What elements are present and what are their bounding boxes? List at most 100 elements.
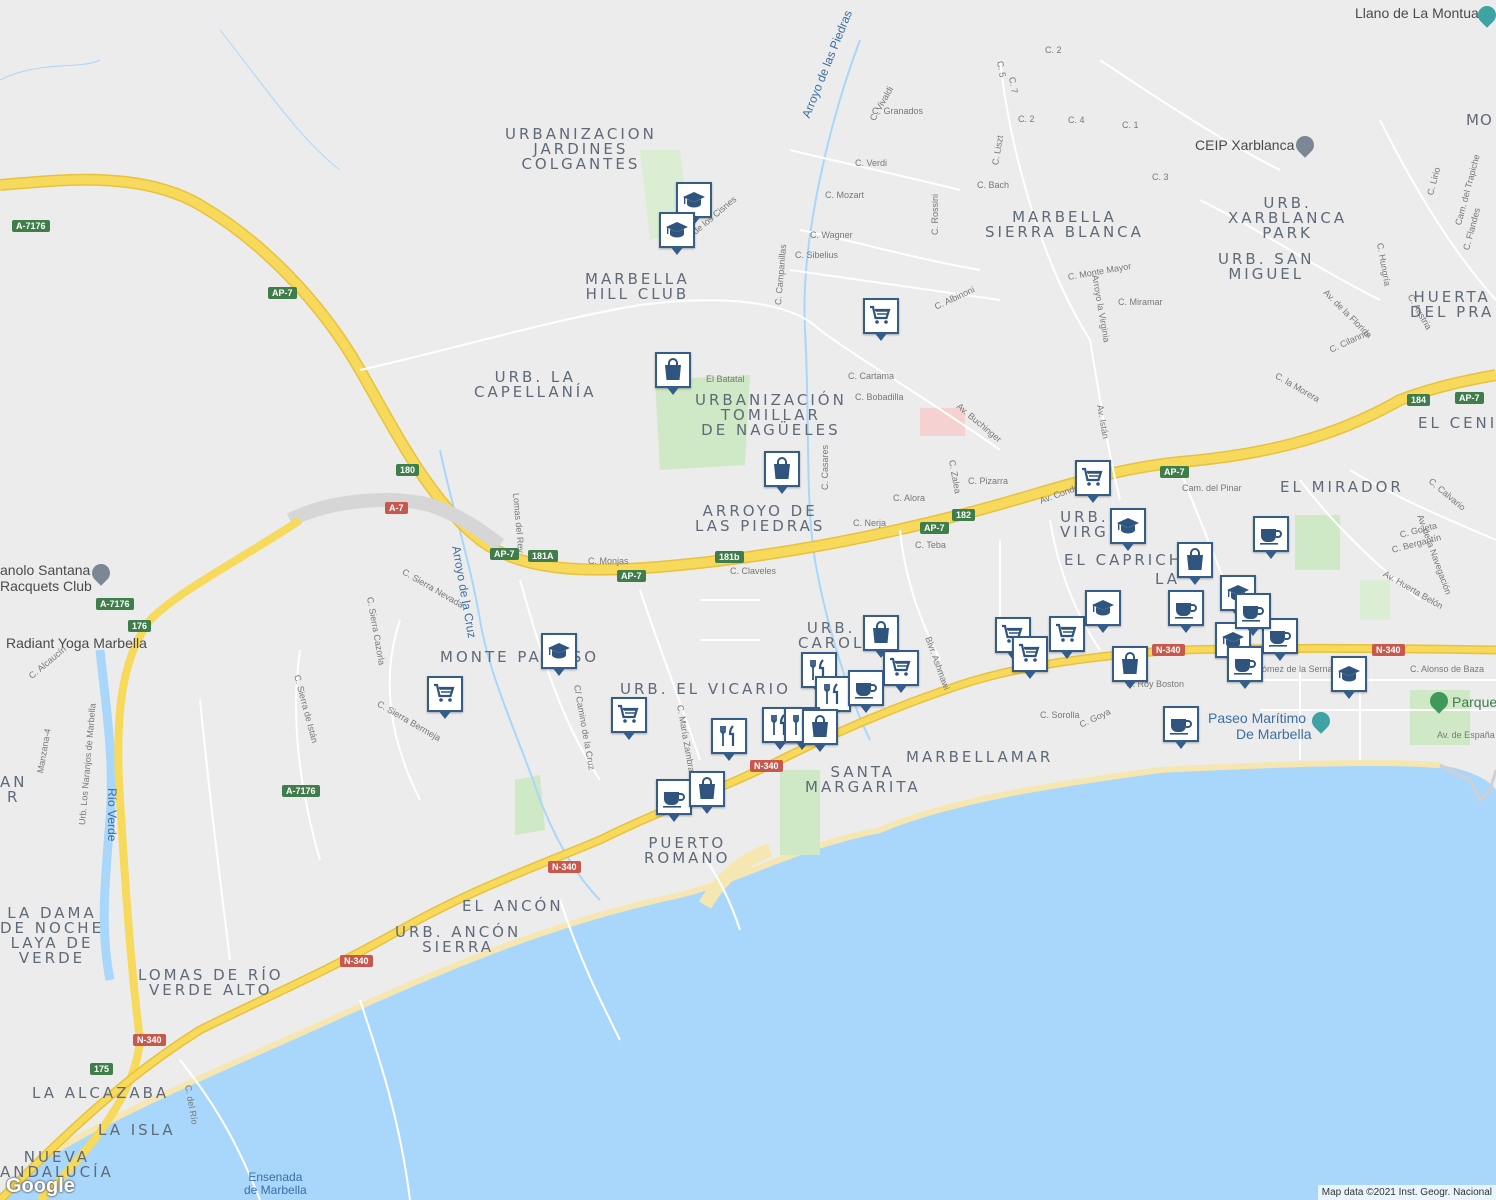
area-label-santa-margarita: SANTA MARGARITA <box>805 763 921 796</box>
poi-marker-cafe[interactable] <box>1253 516 1289 560</box>
poi-marker-school[interactable] <box>659 212 695 256</box>
area-label-marbellamar: MARBELLAMAR <box>906 748 1054 766</box>
poi-label-paseo-maritimo-1[interactable]: Paseo Marítimo <box>1208 710 1306 726</box>
street-c4: C. 4 <box>1068 115 1085 125</box>
shopping-bag-icon <box>802 709 838 745</box>
marker-pointer <box>1023 670 1037 679</box>
poi-marker-school[interactable] <box>1110 508 1146 552</box>
poi-marker-cafe[interactable] <box>1227 646 1263 690</box>
poi-marker-cafe[interactable] <box>848 670 884 714</box>
map-canvas[interactable]: URBANIZACION JARDINES COLGANTES MARBELLA HI… <box>0 0 1496 1200</box>
shopping-cart-icon <box>427 676 463 712</box>
poi-marker-cafe[interactable] <box>1163 706 1199 750</box>
area-label-urb-carol: URB. CAROL <box>798 619 865 652</box>
street-batatal: El Batatal <box>706 374 745 384</box>
area-label-san-miguel: URB. SAN MIGUEL <box>1218 250 1315 283</box>
road-shield-n340: N-340 <box>1152 644 1185 656</box>
area-label-el-ancon: EL ANCÓN <box>462 897 564 915</box>
road-shield-181b: 181b <box>715 551 744 563</box>
road-shield-a7176: A-7176 <box>12 220 50 232</box>
road-shield-a7176: A-7176 <box>96 598 134 610</box>
marker-pointer <box>1273 652 1287 661</box>
poi-marker-school[interactable] <box>1331 656 1367 700</box>
poi-marker-grocery[interactable] <box>1049 616 1085 660</box>
poi-marker-cafe[interactable] <box>1235 593 1271 637</box>
marker-pointer <box>874 332 888 341</box>
fork-knife-icon <box>815 676 851 712</box>
poi-marker-cafe[interactable] <box>1168 590 1204 634</box>
street-alora: C. Alora <box>893 493 926 503</box>
poi-marker-grocery[interactable] <box>611 697 647 741</box>
road-shield-ap7: AP-7 <box>268 287 297 299</box>
shopping-bag-icon <box>1177 542 1213 578</box>
poi-marker-grocery[interactable] <box>427 676 463 720</box>
shopping-bag-icon <box>764 451 800 487</box>
graduation-cap-icon <box>1331 656 1367 692</box>
graduation-cap-icon <box>541 633 577 669</box>
street-sorolla: C. Sorolla <box>1040 710 1080 720</box>
street-alonso-baza: C. Alonso de Baza <box>1410 664 1485 674</box>
street-wagner: C. Wagner <box>810 230 853 240</box>
area-label-an: AN R <box>0 773 28 806</box>
street-granados: C. Granados <box>872 106 924 116</box>
map-copyright[interactable]: Map data ©2021 Inst. Geogr. Nacional <box>1317 1185 1496 1200</box>
poi-marker-shopping[interactable] <box>764 451 800 495</box>
area-label-mo: Mo <box>1466 111 1493 129</box>
road-shield-176: 176 <box>128 620 152 632</box>
street-nerja: C. Nerja <box>853 518 887 528</box>
street-pizarra: C. Pizarra <box>968 476 1009 486</box>
poi-marker-grocery[interactable] <box>1075 460 1111 504</box>
shopping-bag-icon <box>1112 646 1148 682</box>
poi-label-parque[interactable]: Parque <box>1452 694 1496 710</box>
poi-label-manolo-santana[interactable]: anolo Santana <box>0 562 90 578</box>
poi-marker-school[interactable] <box>1085 590 1121 634</box>
marker-pointer <box>670 246 684 255</box>
street-c2b: C. 2 <box>1018 114 1035 124</box>
poi-marker-grocery[interactable] <box>1012 636 1048 680</box>
street-cartama: C. Cartama <box>848 371 895 381</box>
poi-marker-restaurant[interactable] <box>711 718 747 762</box>
street-pinar: Cam. del Pinar <box>1182 483 1242 493</box>
poi-label-radiant-yoga[interactable]: Radiant Yoga Marbella <box>6 635 147 651</box>
poi-label-llano-montua[interactable]: Llano de La Montua <box>1355 5 1479 21</box>
poi-label-paseo-maritimo-2[interactable]: De Marbella <box>1236 726 1311 742</box>
poi-marker-shopping[interactable] <box>655 352 691 396</box>
marker-pointer <box>666 386 680 395</box>
poi-marker-grocery[interactable] <box>863 298 899 342</box>
poi-marker-shopping[interactable] <box>1112 646 1148 690</box>
marker-pointer <box>1060 650 1074 659</box>
road-shield-n340: N-340 <box>750 760 783 772</box>
road-shield-n340: N-340 <box>548 861 581 873</box>
graduation-cap-icon <box>1110 508 1146 544</box>
street-mozart: C. Mozart <box>825 190 865 200</box>
marker-pointer <box>438 710 452 719</box>
poi-marker-shopping[interactable] <box>1177 542 1213 586</box>
road-shield-184: 184 <box>1407 394 1431 406</box>
water-label-ensenada: Ensenada de Marbella <box>244 1170 307 1197</box>
coffee-cup-icon <box>1227 646 1263 682</box>
marker-pointer <box>1238 680 1252 689</box>
coffee-cup-icon <box>656 779 692 815</box>
poi-label-ceip-xarblanca[interactable]: CEIP Xarblanca <box>1195 137 1294 153</box>
poi-marker-shopping[interactable] <box>863 615 899 659</box>
area-label-jardines-colgantes: URBANIZACION JARDINES COLGANTES <box>505 125 657 173</box>
street-bach: C. Bach <box>977 180 1010 190</box>
poi-marker-school[interactable] <box>541 633 577 677</box>
area-label-capellania: URB. LA CAPELLANÍA <box>474 368 597 401</box>
street-c1: C. 1 <box>1122 120 1139 130</box>
road-shield-ap7: AP-7 <box>617 570 646 582</box>
road-shield-175: 175 <box>90 1063 114 1075</box>
poi-marker-shopping[interactable] <box>689 771 725 815</box>
marker-pointer <box>894 684 908 693</box>
marker-pointer <box>722 752 736 761</box>
area-label-marbella-hill-club: MARBELLA HILL CLUB <box>585 270 690 303</box>
coffee-cup-icon <box>1253 516 1289 552</box>
marker-pointer <box>1179 624 1193 633</box>
road-shield-ap7: AP-7 <box>1455 392 1484 404</box>
poi-marker-shopping[interactable] <box>802 709 838 753</box>
poi-marker-cafe[interactable] <box>656 779 692 823</box>
area-label-el-cenit: EL CENIT <box>1418 414 1496 432</box>
street-gomez-serna: Gómez de la Serna <box>1255 664 1333 674</box>
poi-label-racquets-club[interactable]: Racquets Club <box>0 578 92 594</box>
road-shield-182: 182 <box>952 509 976 521</box>
